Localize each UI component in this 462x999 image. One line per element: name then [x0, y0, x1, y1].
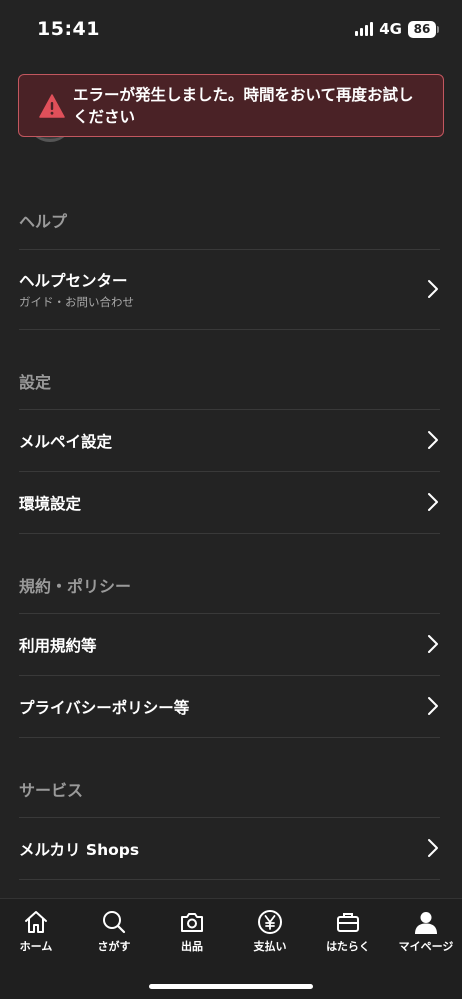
menu-item-label: 利用規約等 — [19, 637, 97, 655]
tab-search[interactable]: さがす — [75, 909, 153, 954]
yen-icon — [258, 910, 282, 934]
divider — [19, 329, 440, 330]
my-page-screen: 15:41 4G 86 エラーが発生しました。時間をおいて再度お試しください ヘ… — [0, 0, 462, 999]
battery-icon: 86 — [408, 20, 439, 38]
section-title-policy: 規約・ポリシー — [19, 577, 132, 596]
menu-item-help-center[interactable]: ヘルプセンター ガイド・お問い合わせ — [0, 250, 462, 329]
divider — [19, 737, 440, 738]
home-icon — [25, 911, 47, 933]
status-bar: 15:41 4G 86 — [0, 0, 462, 60]
status-time: 15:41 — [37, 18, 100, 40]
warning-icon — [39, 93, 65, 118]
tab-label: 支払い — [253, 940, 287, 953]
briefcase-icon — [337, 913, 359, 932]
menu-item-mercari-shops[interactable]: メルカリ Shops — [0, 818, 462, 879]
search-icon — [103, 911, 126, 934]
tab-label: はたらく — [326, 940, 370, 953]
chevron-right-icon — [428, 431, 438, 449]
camera-icon — [181, 913, 203, 932]
section-title-help: ヘルプ — [19, 212, 68, 231]
tab-payment[interactable]: 支払い — [231, 909, 309, 954]
tab-label: 出品 — [181, 940, 203, 953]
menu-item-merpay-settings[interactable]: メルペイ設定 — [0, 410, 462, 471]
signal-strength-icon — [355, 22, 374, 36]
menu-item-label: メルカリ Shops — [19, 841, 140, 859]
menu-item-label: プライバシーポリシー等 — [19, 699, 190, 717]
chevron-right-icon — [428, 493, 438, 511]
divider — [19, 879, 440, 880]
status-indicators: 4G 86 — [355, 20, 439, 38]
tab-label: ホーム — [19, 940, 53, 953]
error-toast: エラーが発生しました。時間をおいて再度お試しください — [18, 74, 444, 137]
tab-label: さがす — [97, 940, 131, 953]
chevron-right-icon — [428, 839, 438, 857]
tab-my-page[interactable]: マイページ — [387, 909, 462, 954]
section-title-services: サービス — [19, 781, 84, 800]
tab-home[interactable]: ホーム — [0, 909, 75, 954]
menu-item-environment-settings[interactable]: 環境設定 — [0, 472, 462, 533]
section-title-settings: 設定 — [19, 373, 52, 392]
network-type: 4G — [379, 20, 402, 38]
tab-work[interactable]: はたらく — [309, 909, 387, 954]
menu-item-label: 環境設定 — [19, 495, 82, 513]
tab-label: マイページ — [398, 940, 454, 953]
chevron-right-icon — [428, 635, 438, 653]
menu-item-label: メルペイ設定 — [19, 433, 113, 451]
error-message: エラーが発生しました。時間をおいて再度お試しください — [73, 85, 414, 126]
chevron-right-icon — [428, 697, 438, 715]
chevron-right-icon — [428, 280, 438, 298]
divider — [19, 533, 440, 534]
menu-item-label: ヘルプセンター — [19, 272, 128, 290]
person-icon — [415, 912, 437, 934]
menu-item-privacy-policy[interactable]: プライバシーポリシー等 — [0, 676, 462, 737]
tab-sell[interactable]: 出品 — [153, 909, 231, 954]
home-indicator[interactable] — [149, 984, 313, 989]
menu-item-sublabel: ガイド・お問い合わせ — [19, 295, 134, 309]
menu-item-terms[interactable]: 利用規約等 — [0, 614, 462, 675]
